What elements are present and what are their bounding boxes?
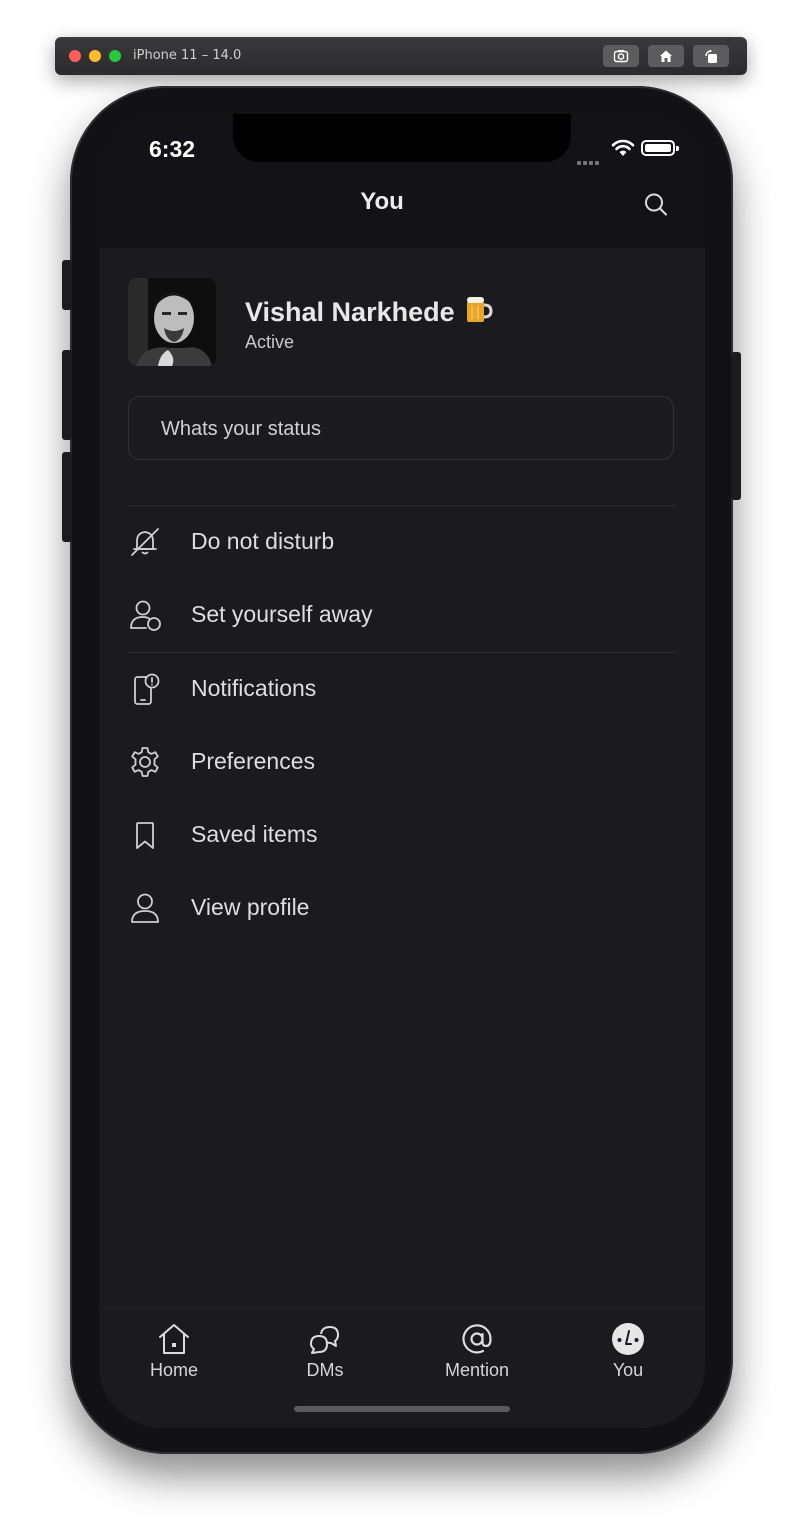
menu-item-label: Set yourself away [191,601,373,627]
volume-down-button [62,452,72,542]
home-icon [660,50,672,62]
notch [233,114,571,162]
power-button [731,352,741,500]
search-icon[interactable] [641,190,671,220]
menu-item-label: Notifications [191,675,317,701]
tab-you[interactable]: You [568,1322,688,1392]
volume-up-button [62,350,72,440]
status-field[interactable] [128,396,674,461]
user-away-icon [130,600,161,631]
cellular-signal-icon [577,152,601,170]
menu-item-label: Saved items [191,821,318,847]
menu-item-label: View profile [191,894,310,920]
beer-mug-icon [466,297,493,322]
tab-label: You [612,1360,644,1380]
menu-item-do-not-disturb[interactable]: Do not disturb [128,513,676,573]
page-title: You [360,188,404,215]
section-divider [128,652,676,653]
at-icon [462,1324,492,1354]
section-divider [128,505,676,506]
simulator-title-bar: iPhone 11 – 14.0 [55,37,747,75]
battery-icon [641,140,675,156]
tab-dms[interactable]: DMs [265,1322,385,1392]
gear-icon [131,747,159,777]
screenshot-icon [613,50,629,63]
tab-label: Home [149,1360,198,1380]
home-button[interactable] [648,45,684,67]
tab-bar-divider [99,1308,705,1309]
menu-item-saved-items[interactable]: Saved items [128,806,676,866]
tab-label: DMs [306,1360,344,1380]
menu-item-view-profile[interactable]: View profile [128,879,676,939]
close-window-button[interactable] [69,50,81,62]
rotate-icon [705,49,717,63]
phone-screen: 6:32 You Vishal Narkhede Active Whats yo… [99,114,705,1428]
menu-item-preferences[interactable]: Preferences [128,733,676,793]
status-input[interactable] [159,397,643,461]
status-bar-time: 6:32 [149,136,196,162]
simulator-title: iPhone 11 – 14.0 [133,48,242,63]
rotate-button[interactable] [693,45,729,67]
bell-slash-icon [131,528,159,556]
wifi-icon [611,139,635,156]
zoom-window-button[interactable] [109,50,121,62]
menu-item-notifications[interactable]: Notifications [128,660,676,720]
you-avatar-icon [612,1323,644,1355]
home-indicator[interactable] [294,1406,510,1412]
menu-item-set-away[interactable]: Set yourself away [128,586,676,646]
avatar[interactable] [128,278,216,366]
tab-mention[interactable]: Mention [417,1322,537,1392]
screenshot-button[interactable] [603,45,639,67]
tab-label: Mention [444,1360,510,1380]
bookmark-icon [136,822,154,849]
phone-notification-icon [134,673,160,705]
battery-tip [676,146,679,151]
chat-bubbles-icon [310,1326,339,1354]
menu-item-label: Preferences [191,748,316,774]
tab-home[interactable]: Home [114,1322,234,1392]
user-icon [131,893,159,923]
profile-name-text: Vishal Narkhede [245,297,455,327]
presence-status: Active [245,332,295,352]
minimize-window-button[interactable] [89,50,101,62]
silent-switch [62,260,72,310]
menu-item-label: Do not disturb [191,528,335,554]
profile-name: Vishal Narkhede [245,294,493,328]
home-icon [159,1324,189,1354]
